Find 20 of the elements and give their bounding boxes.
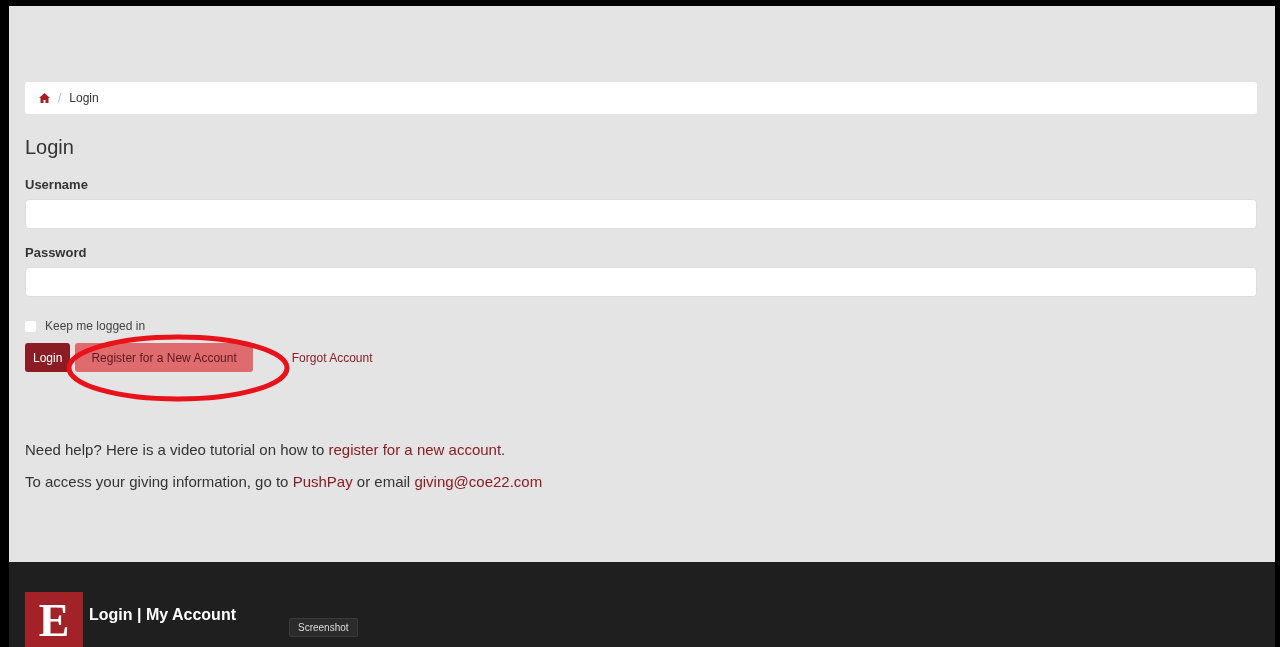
text-link[interactable]: giving@coe22.com	[414, 473, 543, 490]
footer-title: Login | My Account	[89, 605, 236, 624]
text-link[interactable]: PushPay	[292, 473, 353, 490]
home-icon[interactable]	[39, 93, 50, 103]
login-button[interactable]: Login	[25, 343, 71, 372]
page-heading: Login	[25, 136, 75, 159]
input-field[interactable]	[25, 199, 1257, 229]
breadcrumb-separator: /	[58, 91, 62, 105]
help-text: Need help? Here is a video tutorial on how to register for a new account.	[25, 440, 507, 459]
checkbox-label: Keep me logged in	[45, 319, 146, 333]
tooltip: Screenshot	[289, 618, 358, 637]
forgot-account-link[interactable]: Forgot Account	[257, 343, 373, 372]
breadcrumb-item: Login	[69, 91, 99, 105]
checkbox[interactable]	[25, 320, 36, 332]
field-label: Username	[25, 177, 89, 192]
input-field[interactable]	[25, 267, 1257, 297]
register-button[interactable]: Register for a New Account	[75, 343, 253, 372]
logo[interactable]: E	[25, 591, 83, 647]
help-text: To access your giving information, go to PushPay or email giving@coe22.com	[25, 472, 544, 491]
field-label: Password	[25, 245, 88, 260]
